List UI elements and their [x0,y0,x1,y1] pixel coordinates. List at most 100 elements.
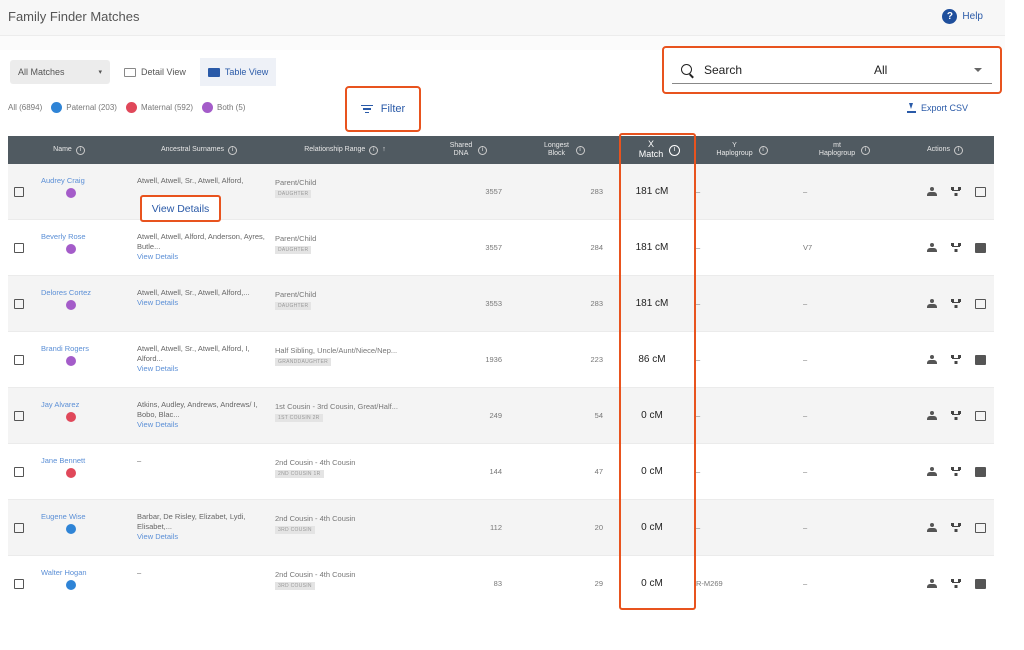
match-name-link[interactable]: Eugene Wise [41,512,86,521]
filter-all[interactable]: All (6894) [8,103,42,112]
col-longest-block[interactable]: Longest Block i [513,136,613,164]
row-checkbox[interactable] [14,466,24,477]
shared-dna-cell: 249 [489,411,502,420]
table-row[interactable]: Delores Cortez Atwell, Atwell, Sr., Atwel… [8,276,994,332]
row-checkbox[interactable] [14,354,24,365]
row-checkbox[interactable] [14,242,24,253]
info-icon[interactable]: i [861,145,870,155]
col-name-label: Name [53,146,72,154]
search-panel: Search All [662,46,1002,94]
person-icon[interactable] [927,466,939,477]
name-cell: Eugene Wise [30,500,130,555]
person-icon[interactable] [927,242,939,253]
help-icon: ? [942,9,958,24]
row-checkbox[interactable] [14,186,24,197]
export-csv-button[interactable]: Export CSV [907,103,968,113]
person-icon[interactable] [927,298,939,309]
family-tree-icon[interactable] [951,578,963,589]
actions-cell [896,388,994,443]
dropdown-arrow-icon[interactable] [974,67,982,72]
view-details-link[interactable]: View Details [137,252,178,262]
table-row[interactable]: Jay Alvarez Atkins, Audley, Andrews, Andr… [8,388,994,444]
table-row[interactable]: Jane Bennett – 2nd Cousin - 4th Cousin 2ND … [8,444,994,500]
person-icon[interactable] [927,578,939,589]
detail-view-button[interactable]: Detail View [116,58,194,86]
info-icon[interactable]: i [669,144,680,156]
name-cell: Brandi Rogers [30,332,130,387]
info-icon[interactable]: i [478,145,487,155]
col-actions-label: Actions [927,146,950,154]
search-input[interactable]: Search [704,63,874,77]
match-name-link[interactable]: Beverly Rose [41,232,86,241]
message-icon[interactable] [975,522,986,533]
help-link[interactable]: ? Help [942,9,983,24]
row-checkbox[interactable] [14,410,24,421]
match-name-link[interactable]: Audrey Craig [41,176,85,185]
surnames-text: Atwell, Atwell, Sr., Atwell, Alford,... [137,288,250,297]
filter-maternal[interactable]: Maternal (592) [125,102,193,113]
family-tree-icon[interactable] [951,242,963,253]
filter-button[interactable]: Filter [345,86,421,132]
match-name-link[interactable]: Brandi Rogers [41,344,89,353]
match-name-link[interactable]: Jane Bennett [41,456,85,465]
longest-block-cell: 54 [594,411,603,420]
filter-paternal[interactable]: Paternal (203) [51,102,117,113]
table-row[interactable]: Eugene Wise Barbar, De Risley, Elizabet, … [8,500,994,556]
table-row[interactable]: Walter Hogan – 2nd Cousin - 4th Cousin 3RD … [8,556,994,608]
family-tree-icon[interactable] [951,354,963,365]
message-icon[interactable] [975,410,986,421]
family-tree-icon[interactable] [951,466,963,477]
person-icon[interactable] [927,522,939,533]
actions-cell [896,276,994,331]
view-details-link[interactable]: View Details [140,195,221,222]
message-icon[interactable] [975,578,986,589]
message-icon[interactable] [975,354,986,365]
family-tree-icon[interactable] [951,298,963,309]
message-icon[interactable] [975,298,986,309]
info-icon[interactable]: i [758,145,768,155]
family-tree-icon[interactable] [951,186,963,197]
view-details-link[interactable]: View Details [137,298,178,308]
sort-arrow-icon[interactable]: ↑ [382,146,386,154]
info-icon[interactable]: i [369,145,379,155]
match-name-link[interactable]: Delores Cortez [41,288,91,297]
relationship-range: Half Sibling, Uncle/Aunt/Niece/Nep... [275,346,398,355]
family-tree-icon[interactable] [951,522,963,533]
row-checkbox[interactable] [14,522,24,533]
filter-both[interactable]: Both (5) [201,102,245,113]
view-details-link[interactable]: View Details [137,532,178,542]
info-icon[interactable]: i [75,145,85,155]
person-icon[interactable] [927,186,939,197]
col-relationship[interactable]: Relationship Range i ↑ [268,136,422,164]
family-tree-icon[interactable] [951,410,963,421]
x-match-header[interactable]: X Match i [627,138,691,162]
view-details-link[interactable]: View Details [137,364,178,374]
match-name-link[interactable]: Jay Alvarez [41,400,79,409]
message-icon[interactable] [975,466,986,477]
table-row[interactable]: Brandi Rogers Atwell, Atwell, Sr., Atwell… [8,332,994,388]
search-field[interactable]: Search All [672,56,992,84]
col-surnames[interactable]: Ancestral Surnames i [130,136,268,164]
col-y-haplogroup[interactable]: Y Haplogroup i [691,136,791,164]
person-icon[interactable] [927,354,939,365]
table-view-button[interactable]: Table View [199,58,277,86]
actions-cell [896,220,994,275]
message-icon[interactable] [975,242,986,253]
col-mt-label: mt Haplogroup [818,142,856,157]
col-shared-dna[interactable]: Shared DNA i [422,136,513,164]
view-details-link[interactable]: View Details [137,420,178,430]
download-icon [907,103,916,113]
match-name-link[interactable]: Walter Hogan [41,568,87,577]
search-scope-select[interactable]: All [874,63,974,77]
info-icon[interactable]: i [953,145,963,155]
col-name[interactable]: Name i [8,136,130,164]
row-checkbox[interactable] [14,578,24,589]
all-matches-dropdown[interactable]: All Matches ▾ [10,60,110,84]
info-icon[interactable]: i [228,145,238,155]
info-icon[interactable]: i [575,145,585,155]
table-row[interactable]: Beverly Rose Atwell, Atwell, Alford, Ande… [8,220,994,276]
person-icon[interactable] [927,410,939,421]
message-icon[interactable] [975,186,986,197]
col-mt-haplogroup[interactable]: mt Haplogroup i [791,136,896,164]
row-checkbox[interactable] [14,298,24,309]
